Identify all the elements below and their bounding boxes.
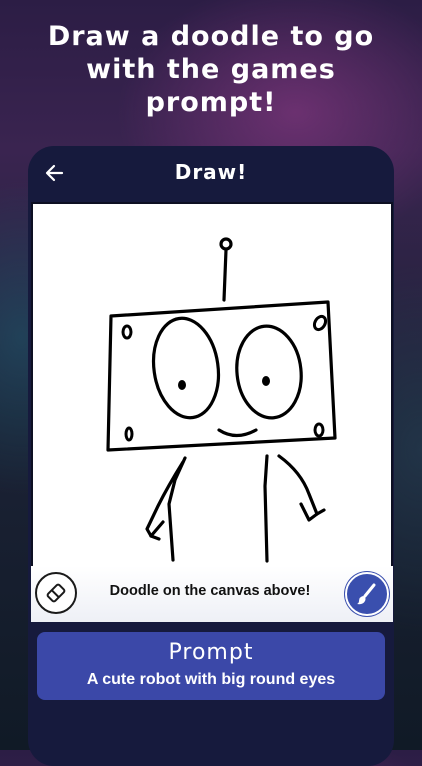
robot-doodle bbox=[106, 237, 337, 563]
paintbrush-icon bbox=[357, 583, 376, 605]
app-bar: Draw! bbox=[28, 146, 394, 200]
prompt-text: A cute robot with big round eyes bbox=[86, 671, 336, 688]
eraser-button[interactable] bbox=[35, 572, 77, 614]
drawing-toolbar: Doodle on the canvas above! bbox=[31, 566, 393, 622]
promo-headline: Draw a doodle to go with the games promp… bbox=[0, 20, 422, 119]
page-title: Draw! bbox=[174, 160, 248, 184]
drawing-canvas[interactable] bbox=[31, 202, 393, 568]
prompt-title: Prompt bbox=[168, 640, 254, 665]
promo-headline-line-3: prompt! bbox=[145, 87, 277, 118]
brush-button[interactable] bbox=[345, 572, 389, 616]
promo-headline-line-1: Draw a doodle to go bbox=[47, 21, 375, 52]
eraser-icon bbox=[46, 583, 66, 603]
promo-headline-line-2: with the games bbox=[86, 54, 336, 85]
toolbar-hint: Doodle on the canvas above! bbox=[109, 583, 311, 599]
prompt-card: Prompt A cute robot with big round eyes bbox=[37, 632, 385, 700]
phone-screen: Draw! Doodle on the canvas above! Prompt… bbox=[28, 146, 394, 766]
